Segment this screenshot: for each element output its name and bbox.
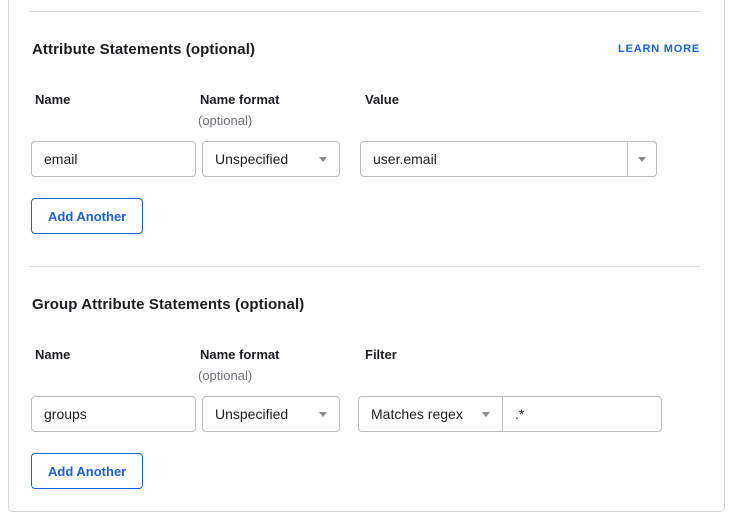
- column-label-name: Name: [35, 92, 70, 107]
- group-attribute-name-format-value: Unspecified: [215, 406, 288, 422]
- group-filter-group: Matches regex: [358, 396, 662, 432]
- column-label-value: Value: [365, 92, 399, 107]
- add-another-group-attribute-button[interactable]: Add Another: [31, 453, 143, 489]
- learn-more-link[interactable]: LEARN MORE: [618, 43, 700, 55]
- group-filter-type-select[interactable]: Matches regex: [359, 397, 503, 431]
- column-note-optional: (optional): [198, 113, 252, 128]
- column-label-name-format: Name format: [200, 347, 279, 362]
- column-label-filter: Filter: [365, 347, 397, 362]
- column-note-optional: (optional): [198, 368, 252, 383]
- chevron-down-icon: [319, 412, 327, 417]
- chevron-down-icon: [638, 157, 646, 162]
- column-label-name-format: Name format: [200, 92, 279, 107]
- group-attribute-name-format-select[interactable]: Unspecified: [202, 396, 340, 432]
- attribute-value-dropdown-button[interactable]: [627, 142, 656, 176]
- group-attribute-name-input[interactable]: [31, 396, 196, 432]
- column-label-name: Name: [35, 347, 70, 362]
- group-attribute-statements-title: Group Attribute Statements (optional): [32, 296, 304, 313]
- section-divider: [29, 266, 700, 267]
- group-filter-value-input[interactable]: [503, 397, 661, 431]
- section-divider: [29, 11, 700, 12]
- attribute-value-combobox: [360, 141, 657, 177]
- attribute-statements-title: Attribute Statements (optional): [32, 41, 255, 58]
- group-filter-type-value: Matches regex: [371, 406, 463, 422]
- chevron-down-icon: [482, 412, 490, 417]
- settings-card: [8, 0, 725, 512]
- add-another-attribute-button[interactable]: Add Another: [31, 198, 143, 234]
- attribute-name-format-select[interactable]: Unspecified: [202, 141, 340, 177]
- attribute-name-format-value: Unspecified: [215, 151, 288, 167]
- attribute-value-input[interactable]: [361, 142, 627, 176]
- chevron-down-icon: [319, 157, 327, 162]
- attribute-name-input[interactable]: [31, 141, 196, 177]
